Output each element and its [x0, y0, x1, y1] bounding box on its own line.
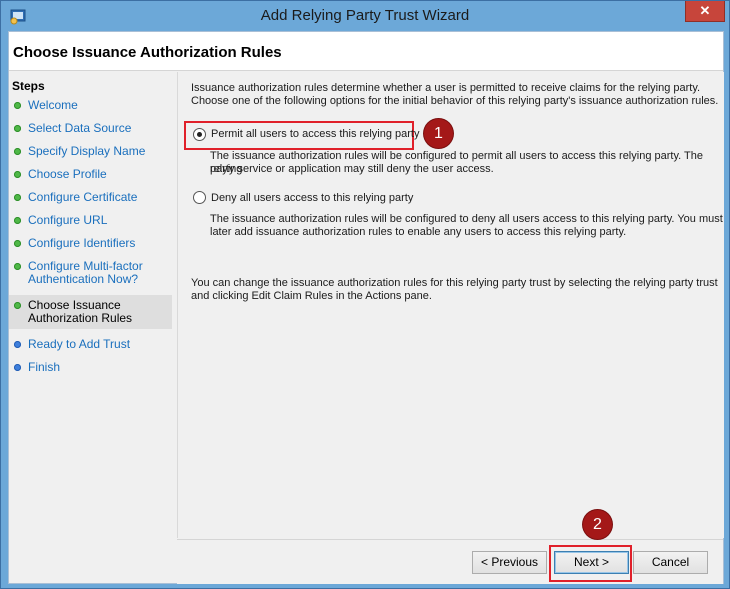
complete-status-icon — [14, 148, 21, 155]
pending-status-icon — [14, 341, 21, 348]
wizard-client-area: Choose Issuance Authorization Rules Step… — [8, 31, 724, 584]
step-label: Ready to Add Trust — [28, 337, 131, 351]
current-status-icon — [14, 302, 21, 309]
step-configure-url[interactable]: Configure URL — [9, 212, 172, 228]
complete-status-icon — [14, 194, 21, 201]
note-text-line2: and clicking Edit Claim Rules in the Act… — [191, 290, 432, 302]
step-finish[interactable]: Finish — [9, 359, 172, 375]
permit-all-radio[interactable] — [193, 128, 206, 141]
note-text-line1: You can change the issuance authorizatio… — [191, 277, 718, 289]
step-choose-issuance-authorization-rules: Choose Issuance Authorization Rules — [9, 295, 172, 329]
complete-status-icon — [14, 125, 21, 132]
step-configure-multi-factor[interactable]: Configure Multi-factor Authentication No… — [9, 258, 172, 288]
step-label: Configure Identifiers — [28, 236, 136, 250]
step-label: Choose Profile — [28, 167, 107, 181]
step-label: Configure URL — [28, 213, 108, 227]
step-configure-certificate[interactable]: Configure Certificate — [9, 189, 172, 205]
window-title: Add Relying Party Trust Wizard — [260, 7, 470, 24]
close-button[interactable]: ✕ — [685, 1, 725, 22]
step-specify-display-name[interactable]: Specify Display Name — [9, 143, 172, 159]
step-label-line2: Authorization Rules — [28, 311, 133, 325]
cancel-button[interactable]: Cancel — [633, 551, 708, 574]
deny-all-label[interactable]: Deny all users access to this relying pa… — [211, 192, 413, 205]
permit-all-label[interactable]: Permit all users to access this relying … — [211, 128, 419, 141]
previous-button[interactable]: < Previous — [472, 551, 547, 574]
page-header: Choose Issuance Authorization Rules — [9, 32, 723, 71]
title-bar[interactable]: Add Relying Party Trust Wizard ✕ — [1, 1, 729, 31]
page-title: Choose Issuance Authorization Rules — [13, 44, 282, 61]
annotation-badge-2: 2 — [583, 510, 612, 539]
steps-heading: Steps — [12, 79, 45, 93]
footer-bar: 2 < Previous Next > Cancel — [177, 510, 723, 584]
deny-all-description-line2: later add issuance authorization rules t… — [210, 226, 627, 238]
step-choose-profile[interactable]: Choose Profile — [9, 166, 172, 182]
deny-all-description-line1: The issuance authorization rules will be… — [210, 213, 723, 225]
steps-panel: Steps Welcome Select Data Source Specify… — [9, 72, 176, 583]
step-label: Select Data Source — [28, 121, 132, 135]
step-welcome[interactable]: Welcome — [9, 97, 172, 113]
next-button[interactable]: Next > — [554, 551, 629, 574]
intro-text-line1: Issuance authorization rules determine w… — [191, 82, 701, 94]
step-configure-identifiers[interactable]: Configure Identifiers — [9, 235, 172, 251]
annotation-badge-1: 1 — [424, 119, 453, 148]
step-label: Welcome — [28, 98, 78, 112]
step-label: Finish — [28, 360, 61, 374]
step-label: Configure Certificate — [28, 190, 138, 204]
permit-all-description-line2: party service or application may still d… — [210, 163, 494, 175]
complete-status-icon — [14, 217, 21, 224]
complete-status-icon — [14, 102, 21, 109]
intro-text-line2: Choose one of the following options for … — [191, 95, 719, 107]
complete-status-icon — [14, 171, 21, 178]
step-select-data-source[interactable]: Select Data Source — [9, 120, 172, 136]
complete-status-icon — [14, 263, 21, 270]
step-ready-to-add-trust[interactable]: Ready to Add Trust — [9, 336, 172, 352]
deny-all-radio[interactable] — [193, 191, 206, 204]
step-label-line2: Authentication Now? — [28, 272, 139, 286]
complete-status-icon — [14, 240, 21, 247]
wizard-window: Add Relying Party Trust Wizard ✕ Choose … — [0, 0, 730, 589]
step-label: Specify Display Name — [28, 144, 146, 158]
main-content: Issuance authorization rules determine w… — [177, 72, 724, 538]
pending-status-icon — [14, 364, 21, 371]
